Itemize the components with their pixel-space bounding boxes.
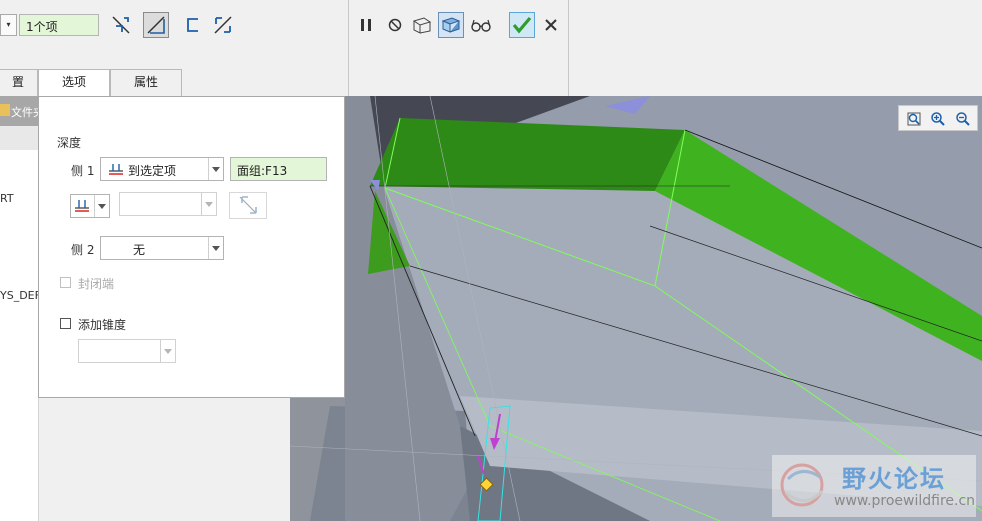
tab-placement[interactable]: 置 [0,69,38,96]
attach-geometry-icon[interactable] [409,12,435,38]
tree-item[interactable]: YS_DEF [0,289,41,302]
side2-label: 侧 2 [71,243,95,257]
to-selected-icon [108,163,124,178]
side1-label: 侧 1 [71,164,95,178]
folder-icon [0,104,10,116]
tree-item[interactable]: RT [0,192,14,205]
capped-ends-checkbox[interactable] [60,277,71,288]
taper-angle-dropdown[interactable] [78,339,176,363]
no-preview-icon[interactable] [382,12,408,38]
depth-option-icon[interactable] [143,12,169,38]
watermark-logo-icon [780,463,824,507]
ok-check-icon[interactable] [509,12,535,38]
depth-section-title: 深度 [57,136,82,150]
chevron-down-icon [208,158,223,180]
side1-depth-value: 到选定项 [128,164,177,178]
watermark-url: www.proewildfire.cn [834,493,976,509]
depth-type-dropdown[interactable] [70,194,110,218]
chevron-down-icon [160,340,175,362]
model-tree: 文件夹 RT YS_DEF [0,96,44,521]
chevron-down-icon [201,193,216,215]
side1-depth-dropdown[interactable]: 到选定项 [100,157,224,181]
chevron-down-icon [208,237,223,259]
forum-watermark: 野火论坛 www.proewildfire.cn [772,455,976,517]
flip-direction-icon[interactable] [108,12,134,38]
chevron-down-icon [94,195,109,217]
ribbon-separator [568,0,569,96]
thicken-icon[interactable] [210,12,236,38]
add-taper-label: 添加锥度 [78,318,127,332]
surface-icon[interactable] [180,12,206,38]
side2-depth-dropdown[interactable]: 无 [100,236,224,260]
zoom-in-icon[interactable] [929,110,947,128]
verify-preview-icon[interactable] [438,12,464,38]
surface-collector-field[interactable]: 1个项 [19,14,99,36]
refit-icon[interactable] [905,110,923,128]
tab-options[interactable]: 选项 [38,69,110,97]
to-selected-icon [74,199,90,216]
flip-depth-icon [239,196,257,214]
depth-value-dropdown[interactable] [119,192,217,216]
watermark-title: 野火论坛 [842,465,946,493]
view-zoom-toolbar [898,105,978,131]
cancel-x-icon[interactable] [538,12,564,38]
options-panel: 深度 侧 1 到选定项 面组:F13 侧 2 无 封闭端 添加锥度 [38,96,345,398]
tab-options-label: 选项 [61,75,86,89]
collector-dropdown-arrow[interactable]: ▾ [0,14,17,36]
tab-placement-label: 置 [11,75,24,89]
side2-depth-value: 无 [133,243,146,257]
side1-reference-field[interactable]: 面组:F13 [230,157,327,181]
model-tree-filter[interactable] [0,126,38,150]
glasses-preview-icon[interactable] [468,12,494,38]
add-taper-checkbox[interactable] [60,318,71,329]
flip-depth-button[interactable] [229,192,267,219]
zoom-out-icon[interactable] [954,110,972,128]
pause-icon[interactable] [353,12,379,38]
tab-properties-label: 属性 [133,75,158,89]
capped-ends-label: 封闭端 [78,277,115,291]
dashboard-ribbon: ▾ 1个项 置 选项 属性 [0,0,982,97]
ribbon-separator [348,0,349,96]
model-tree-header: 文件夹 [0,96,44,126]
tab-properties[interactable]: 属性 [110,69,182,96]
